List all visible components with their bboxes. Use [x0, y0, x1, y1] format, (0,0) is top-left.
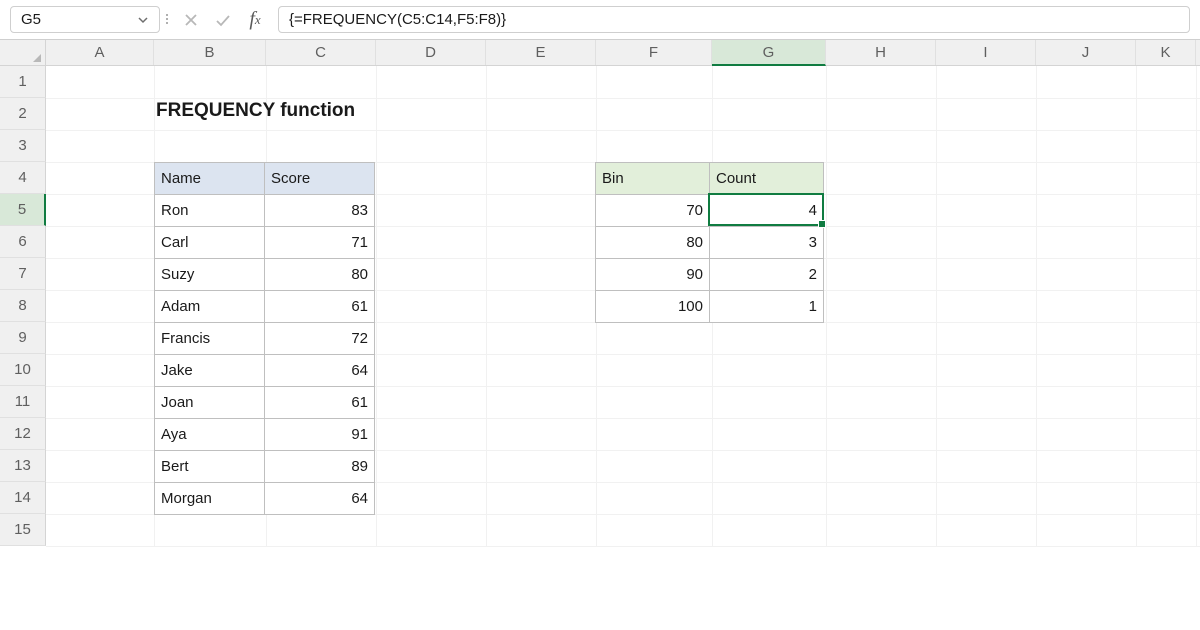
row-header[interactable]: 15	[0, 514, 46, 546]
insert-function-icon[interactable]: fx	[246, 11, 264, 29]
sheet-title: FREQUENCY function	[156, 100, 355, 122]
cell-name[interactable]: Francis	[155, 323, 265, 355]
cell-score[interactable]: 80	[265, 259, 375, 291]
cell-count[interactable]: 1	[710, 291, 824, 323]
cell-score[interactable]: 61	[265, 291, 375, 323]
cell-name[interactable]: Aya	[155, 419, 265, 451]
row-header[interactable]: 4	[0, 162, 46, 194]
sheet-area: ABCDEFGHIJK 123456789101112131415 FREQUE…	[0, 40, 1200, 630]
name-box-wrap[interactable]	[10, 6, 160, 33]
cell-score[interactable]: 91	[265, 419, 375, 451]
data-table-bins: Bin Count 7048039021001	[595, 162, 824, 323]
cell-score[interactable]: 89	[265, 451, 375, 483]
row-header[interactable]: 2	[0, 98, 46, 130]
formula-bar: fx	[0, 0, 1200, 40]
table-row[interactable]: Aya91	[155, 419, 375, 451]
column-header[interactable]: K	[1136, 40, 1196, 65]
cell-score[interactable]: 71	[265, 227, 375, 259]
header-score: Score	[265, 163, 375, 195]
table-row[interactable]: Bert89	[155, 451, 375, 483]
column-header[interactable]: C	[266, 40, 376, 65]
cell-score[interactable]: 61	[265, 387, 375, 419]
table-row[interactable]: Adam61	[155, 291, 375, 323]
formula-input[interactable]	[278, 6, 1190, 33]
cell-name[interactable]: Jake	[155, 355, 265, 387]
table-row[interactable]: Joan61	[155, 387, 375, 419]
row-header[interactable]: 10	[0, 354, 46, 386]
cell-name[interactable]: Morgan	[155, 483, 265, 515]
data-table-scores: Name Score Ron83Carl71Suzy80Adam61Franci…	[154, 162, 375, 515]
row-header[interactable]: 8	[0, 290, 46, 322]
name-box-input[interactable]	[21, 11, 121, 28]
row-header[interactable]: 11	[0, 386, 46, 418]
separator	[164, 0, 170, 39]
header-bin: Bin	[596, 163, 710, 195]
table-row[interactable]: 1001	[596, 291, 824, 323]
scores-body: Ron83Carl71Suzy80Adam61Francis72Jake64Jo…	[155, 195, 375, 515]
column-header[interactable]: H	[826, 40, 936, 65]
select-all-corner[interactable]	[0, 40, 46, 65]
column-header[interactable]: E	[486, 40, 596, 65]
column-header[interactable]: I	[936, 40, 1036, 65]
column-header[interactable]: F	[596, 40, 712, 65]
row-header[interactable]: 5	[0, 194, 46, 226]
cell-bin[interactable]: 90	[596, 259, 710, 291]
cell-score[interactable]: 72	[265, 323, 375, 355]
cell-name[interactable]: Adam	[155, 291, 265, 323]
row-header[interactable]: 1	[0, 66, 46, 98]
header-name: Name	[155, 163, 265, 195]
row-header[interactable]: 9	[0, 322, 46, 354]
table-row[interactable]: Suzy80	[155, 259, 375, 291]
row-header[interactable]: 7	[0, 258, 46, 290]
cell-name[interactable]: Suzy	[155, 259, 265, 291]
cell-count[interactable]: 2	[710, 259, 824, 291]
formula-bar-buttons: fx	[174, 0, 272, 39]
column-header[interactable]: B	[154, 40, 266, 65]
cell-bin[interactable]: 80	[596, 227, 710, 259]
table-row[interactable]: Morgan64	[155, 483, 375, 515]
row-header-column: 123456789101112131415	[0, 66, 46, 546]
column-header[interactable]: A	[46, 40, 154, 65]
cells-area[interactable]: FREQUENCY function Name Score Ron83Carl7…	[46, 66, 1200, 546]
column-header-row: ABCDEFGHIJK	[0, 40, 1200, 66]
cell-bin[interactable]: 70	[596, 195, 710, 227]
column-header[interactable]: D	[376, 40, 486, 65]
table-row[interactable]: Ron83	[155, 195, 375, 227]
cell-count[interactable]: 3	[710, 227, 824, 259]
table-row[interactable]: 803	[596, 227, 824, 259]
row-header[interactable]: 6	[0, 226, 46, 258]
table-row[interactable]: Francis72	[155, 323, 375, 355]
cell-bin[interactable]: 100	[596, 291, 710, 323]
cell-layer: FREQUENCY function Name Score Ron83Carl7…	[46, 66, 1200, 546]
row-header[interactable]: 3	[0, 130, 46, 162]
cell-name[interactable]: Ron	[155, 195, 265, 227]
cell-score[interactable]: 64	[265, 355, 375, 387]
cell-score[interactable]: 64	[265, 483, 375, 515]
header-count: Count	[710, 163, 824, 195]
cell-name[interactable]: Joan	[155, 387, 265, 419]
column-header[interactable]: G	[712, 40, 826, 66]
row-header[interactable]: 13	[0, 450, 46, 482]
row-header[interactable]: 12	[0, 418, 46, 450]
cell-score[interactable]: 83	[265, 195, 375, 227]
table-row[interactable]: 902	[596, 259, 824, 291]
table-row[interactable]: Jake64	[155, 355, 375, 387]
cancel-icon[interactable]	[182, 11, 200, 29]
row-header[interactable]: 14	[0, 482, 46, 514]
chevron-down-icon[interactable]	[137, 14, 149, 26]
cell-name[interactable]: Bert	[155, 451, 265, 483]
table-row[interactable]: 704	[596, 195, 824, 227]
column-header[interactable]: J	[1036, 40, 1136, 65]
table-row[interactable]: Carl71	[155, 227, 375, 259]
cell-count[interactable]: 4	[710, 195, 824, 227]
enter-icon[interactable]	[214, 11, 232, 29]
bins-body: 7048039021001	[596, 195, 824, 323]
cell-name[interactable]: Carl	[155, 227, 265, 259]
